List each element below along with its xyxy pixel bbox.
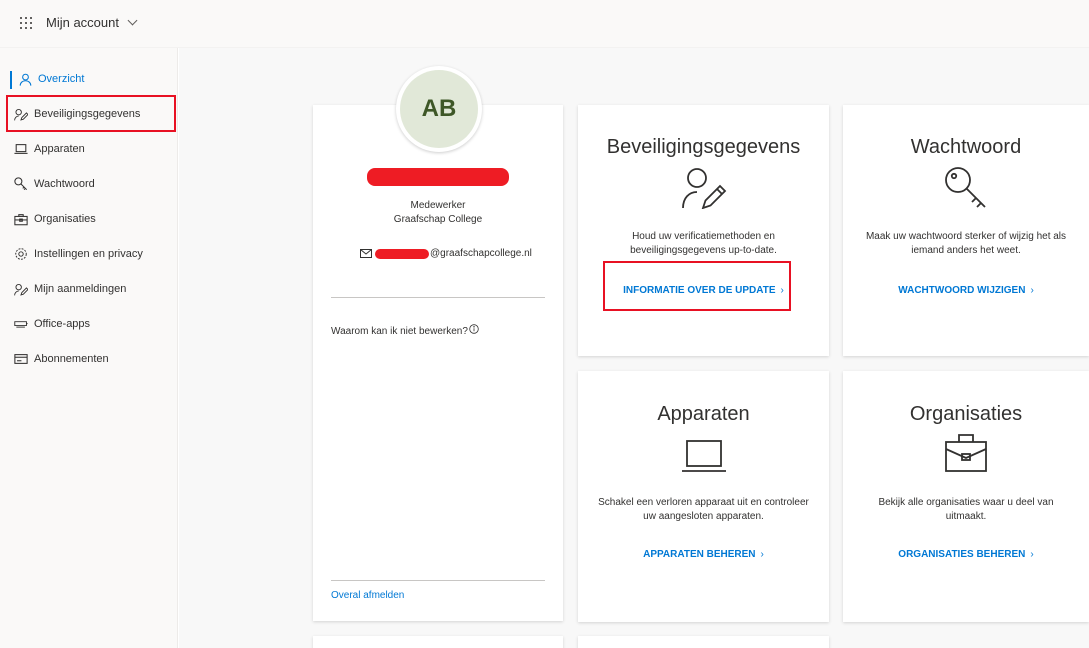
chevron-right-icon: › xyxy=(1030,549,1034,560)
avatar: AB xyxy=(396,66,482,152)
organizations-description: Bekijk alle organisaties waar u deel van… xyxy=(878,497,1054,522)
sidebar-item-label: Abonnementen xyxy=(34,353,109,365)
briefcase-icon xyxy=(14,212,28,226)
password-title: Wachtwoord xyxy=(910,136,1022,158)
app-launcher-icon[interactable] xyxy=(20,17,34,31)
avatar-initials: AB xyxy=(400,70,478,148)
divider xyxy=(331,297,545,298)
why-cant-edit-text: Waarom kan ik niet bewerken? xyxy=(331,326,468,337)
sidebar-item-label: Overzicht xyxy=(38,73,85,85)
highlight-box xyxy=(6,95,176,132)
profile-email: @graafschapcollege.nl xyxy=(360,248,532,259)
person-edit-icon xyxy=(14,282,28,296)
sidebar-item-subscriptions[interactable]: Abonnementen xyxy=(10,344,174,374)
sidebar-item-label: Wachtwoord xyxy=(34,178,95,190)
sidebar-item-label: Instellingen en privacy xyxy=(34,248,143,260)
gear-icon xyxy=(14,247,28,261)
partial-card xyxy=(578,636,829,648)
person-edit-icon xyxy=(681,168,726,209)
sign-out-everywhere-link[interactable]: Overal afmelden xyxy=(331,590,404,601)
devices-card: Apparaten Schakel een verloren apparaat … xyxy=(578,371,829,622)
partial-card xyxy=(313,636,563,648)
sidebar-item-office-apps[interactable]: Office-apps xyxy=(10,309,174,339)
sidebar-item-label: Mijn aanmeldingen xyxy=(34,283,127,295)
top-bar: Mijn account xyxy=(0,0,1089,48)
redacted-email xyxy=(375,248,429,259)
sidebar-item-organizations[interactable]: Organisaties xyxy=(10,204,174,234)
sidebar-item-label: Office-apps xyxy=(34,318,91,330)
profile-organization: Graafschap College xyxy=(393,214,483,225)
sidebar-item-my-sign-ins[interactable]: Mijn aanmeldingen xyxy=(10,274,174,304)
redacted-name xyxy=(367,168,509,186)
key-icon xyxy=(945,167,986,208)
divider xyxy=(331,580,545,581)
organizations-title: Organisaties xyxy=(909,403,1023,425)
mail-icon xyxy=(360,249,372,258)
info-icon xyxy=(469,324,479,334)
briefcase-icon xyxy=(945,434,987,472)
profile-role: Medewerker xyxy=(410,200,466,211)
sidebar-item-password[interactable]: Wachtwoord xyxy=(10,169,174,199)
security-info-description: Houd uw verificatiemethoden en beveiligi… xyxy=(630,231,777,256)
devices-link[interactable]: APPARATEN BEHEREN › xyxy=(578,549,829,560)
chevron-down-icon xyxy=(127,15,138,26)
office-apps-icon xyxy=(14,317,28,331)
password-link[interactable]: WACHTWOORD WIJZIGEN › xyxy=(843,285,1089,296)
chevron-right-icon: › xyxy=(760,549,764,560)
email-domain: @graafschapcollege.nl xyxy=(430,248,532,259)
devices-description: Schakel een verloren apparaat uit en con… xyxy=(598,497,809,522)
sidebar-item-overview[interactable]: Overzicht xyxy=(10,64,174,94)
security-info-card: Beveiligingsgegevens Houd uw verificatie… xyxy=(578,105,829,356)
laptop-icon xyxy=(14,142,28,156)
organizations-card: Organisaties Bekijk alle organisaties wa… xyxy=(843,371,1089,622)
why-cant-edit[interactable]: Waarom kan ik niet bewerken? xyxy=(331,324,479,337)
devices-link-label: APPARATEN BEHEREN xyxy=(643,549,756,560)
person-icon xyxy=(18,72,32,86)
sidebar-item-settings-privacy[interactable]: Instellingen en privacy xyxy=(10,239,174,269)
sidebar-item-label: Organisaties xyxy=(34,213,96,225)
password-link-label: WACHTWOORD WIJZIGEN xyxy=(898,285,1026,296)
laptop-icon xyxy=(681,440,726,472)
devices-title: Apparaten xyxy=(657,403,750,425)
organizations-link-label: ORGANISATIES BEHEREN xyxy=(898,549,1026,560)
security-info-title: Beveiligingsgegevens xyxy=(606,136,801,158)
organizations-link[interactable]: ORGANISATIES BEHEREN › xyxy=(843,549,1089,560)
subscriptions-icon xyxy=(14,352,28,366)
account-menu[interactable]: Mijn account xyxy=(46,15,138,30)
chevron-right-icon: › xyxy=(1030,285,1034,296)
sidebar-item-devices[interactable]: Apparaten xyxy=(10,134,174,164)
sidebar-item-label: Apparaten xyxy=(34,143,85,155)
password-card: Wachtwoord Maak uw wachtwoord sterker of… xyxy=(843,105,1089,356)
app-title: Mijn account xyxy=(46,15,119,30)
highlight-box xyxy=(603,261,791,311)
password-description: Maak uw wachtwoord sterker of wijzig het… xyxy=(865,231,1067,256)
key-icon xyxy=(14,177,28,191)
